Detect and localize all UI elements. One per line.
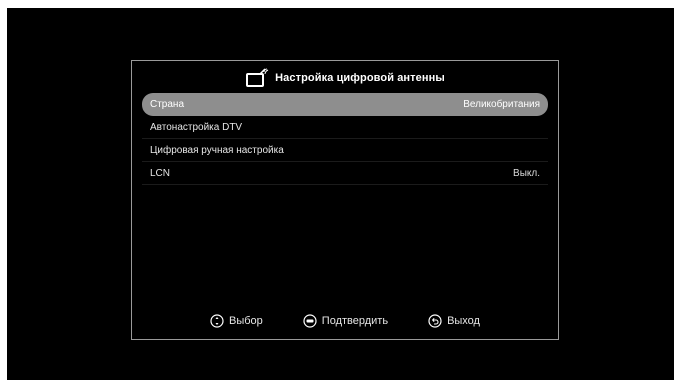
footer-hints: Выбор Подтвердить Выход [132,311,558,331]
hint-select: Выбор [210,314,263,328]
menu-item-country[interactable]: Страна Великобритания [142,93,548,116]
back-icon [428,314,442,328]
settings-menu: Страна Великобритания Автонастройка DTV … [142,93,548,185]
menu-item-label: Страна [150,98,185,110]
hint-confirm-label: Подтвердить [321,315,389,327]
menu-item-label: LCN [150,167,171,179]
digital-antenna-setup-dialog: Настройка цифровой антенны Страна Велико… [131,60,559,340]
menu-item-value: Выкл. [513,167,540,179]
menu-item-label: Цифровая ручная настройка [150,144,284,156]
dialog-title: Настройка цифровой антенны [275,72,445,84]
hint-exit-label: Выход [447,315,480,327]
menu-item-label: Автонастройка DTV [150,121,243,133]
tv-screen: Настройка цифровой антенны Страна Велико… [7,8,674,380]
menu-item-manual-tuning[interactable]: Цифровая ручная настройка [142,139,548,162]
menu-item-lcn[interactable]: LCN Выкл. [142,162,548,185]
hint-confirm: Подтвердить [303,314,388,328]
enter-icon [303,314,317,328]
dialog-header: Настройка цифровой антенны [132,65,558,91]
navigate-icon [210,314,224,328]
antenna-tv-icon [245,68,269,88]
hint-exit: Выход [428,314,480,328]
menu-item-value: Великобритания [463,98,540,110]
menu-item-auto-tuning-dtv[interactable]: Автонастройка DTV [142,116,548,139]
hint-select-label: Выбор [229,315,263,327]
